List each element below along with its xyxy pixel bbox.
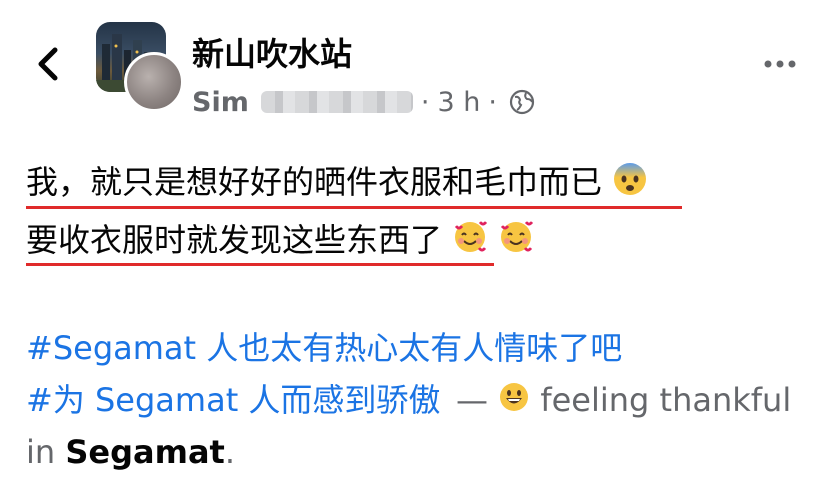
avatar-group[interactable] <box>96 22 184 112</box>
location-link[interactable]: Segamat <box>65 433 224 471</box>
location-line: in Segamat. <box>26 430 235 474</box>
smiling-face-with-hearts-emoji <box>452 219 488 266</box>
chevron-left-icon <box>38 47 58 81</box>
meta-separator: · <box>488 86 497 118</box>
post-time[interactable]: 3 h <box>437 87 480 118</box>
user-avatar[interactable] <box>124 52 184 112</box>
anxious-face-emoji <box>612 161 648 208</box>
red-underline-2 <box>26 263 494 266</box>
post-text-line-2: 要收衣服时就发现这些东西了 <box>26 218 534 266</box>
smiling-face-with-hearts-emoji <box>498 219 534 266</box>
meta-separator: · <box>420 86 430 118</box>
group-name[interactable]: 新山吹水站 <box>192 34 352 74</box>
feeling-activity: — feeling thankful <box>456 378 791 424</box>
grinning-face-emoji <box>498 380 530 424</box>
blurred-author-surname <box>260 91 413 113</box>
post-text-line-1: 我，就只是想好好的晒件衣服和毛巾而已 <box>26 160 648 208</box>
feeling-text[interactable]: feeling thankful <box>540 381 791 419</box>
hashtag-link-1[interactable]: #Segamat 人也太有热心太有人情味了吧 <box>26 326 622 370</box>
post-text: 我，就只是想好好的晒件衣服和毛巾而已 <box>26 163 603 201</box>
location-in-label: in <box>26 433 56 471</box>
more-horizontal-icon <box>764 60 796 68</box>
location-period: . <box>224 433 235 471</box>
back-button[interactable] <box>30 44 70 84</box>
feeling-dash: — <box>456 381 488 419</box>
globe-icon[interactable] <box>509 89 535 115</box>
hashtag-link-2[interactable]: #为 Segamat 人而感到骄傲 <box>26 378 440 422</box>
post-meta: Sim · 3 h · <box>192 86 535 118</box>
more-options-button[interactable] <box>760 52 800 76</box>
red-underline-1 <box>26 206 682 209</box>
author-name[interactable]: Sim <box>192 87 249 118</box>
post-text: 要收衣服时就发现这些东西了 <box>26 221 443 259</box>
